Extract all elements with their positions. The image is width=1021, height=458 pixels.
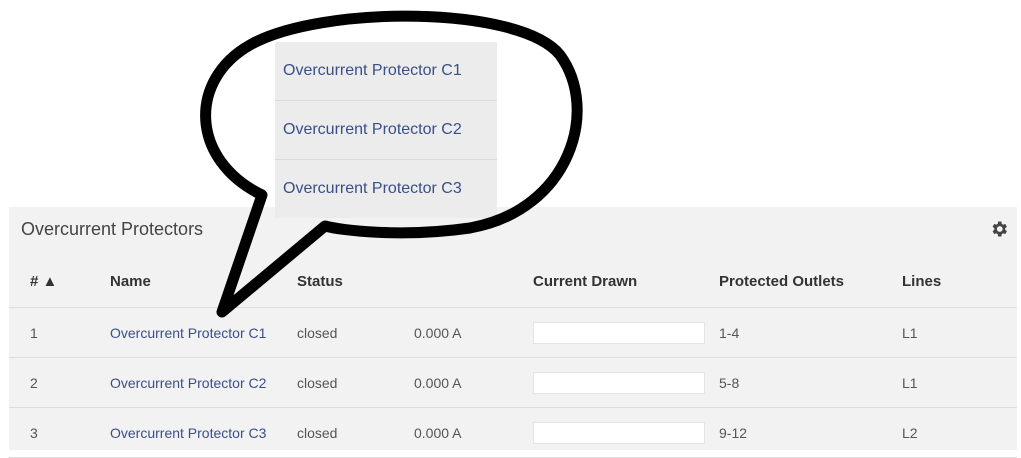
callout-item-c3[interactable]: Overcurrent Protector C3 bbox=[275, 160, 497, 218]
lines: L1 bbox=[902, 374, 918, 391]
current-value: 0.000 A bbox=[414, 324, 462, 341]
protected-outlets: 1-4 bbox=[719, 324, 740, 341]
panel-header: Overcurrent Protectors bbox=[9, 207, 1017, 255]
protector-name-link[interactable]: Overcurrent Protector C1 bbox=[110, 308, 266, 357]
callout-item-c2[interactable]: Overcurrent Protector C2 bbox=[275, 101, 497, 160]
row-number: 2 bbox=[30, 374, 38, 391]
protector-status: closed bbox=[297, 324, 338, 341]
current-drawn-bar bbox=[533, 371, 705, 394]
table-row[interactable]: 2 Overcurrent Protector C2 closed 0.000 … bbox=[9, 358, 1017, 408]
overcurrent-protectors-panel: Overcurrent Protectors # ▲ Name Status C… bbox=[9, 207, 1017, 458]
panel-title: Overcurrent Protectors bbox=[21, 219, 204, 239]
current-value: 0.000 A bbox=[414, 374, 462, 391]
column-header-status[interactable]: Status bbox=[297, 255, 343, 307]
column-header-lines[interactable]: Lines bbox=[902, 255, 941, 307]
current-bar-cell bbox=[533, 358, 705, 407]
column-header-current-drawn[interactable]: Current Drawn bbox=[533, 255, 637, 307]
protector-name-link[interactable]: Overcurrent Protector C2 bbox=[110, 358, 266, 407]
table-header-row: # ▲ Name Status Current Drawn Protected … bbox=[9, 255, 1017, 308]
callout-item-c1[interactable]: Overcurrent Protector C1 bbox=[275, 42, 497, 101]
column-header-number[interactable]: # ▲ bbox=[30, 255, 57, 307]
current-drawn-bar bbox=[533, 321, 705, 344]
lines: L1 bbox=[902, 324, 918, 341]
callout-zoom-list: Overcurrent Protector C1 Overcurrent Pro… bbox=[275, 42, 497, 218]
table-row[interactable]: 3 Overcurrent Protector C3 closed 0.000 … bbox=[9, 408, 1017, 458]
current-drawn-bar bbox=[533, 421, 705, 444]
column-header-name[interactable]: Name bbox=[110, 255, 151, 307]
table-row[interactable]: 1 Overcurrent Protector C1 closed 0.000 … bbox=[9, 308, 1017, 358]
protector-status: closed bbox=[297, 374, 338, 391]
column-header-protected-outlets[interactable]: Protected Outlets bbox=[719, 255, 844, 307]
row-number: 1 bbox=[30, 324, 38, 341]
protectors-table: # ▲ Name Status Current Drawn Protected … bbox=[9, 255, 1017, 458]
protected-outlets: 5-8 bbox=[719, 374, 740, 391]
current-bar-cell bbox=[533, 308, 705, 357]
gear-icon[interactable] bbox=[989, 219, 1009, 239]
